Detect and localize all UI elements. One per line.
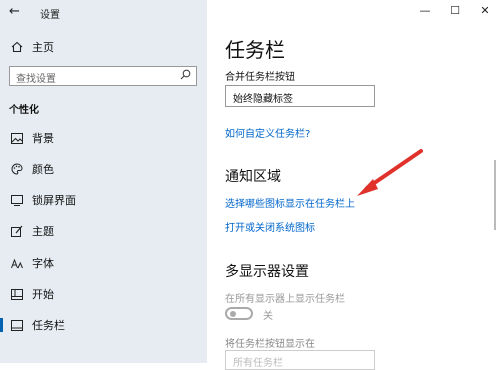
sidebar: ← 设置 主页 查找设置 个性化 背景 颜色 锁屏界面 主题 字体 开始 任务栏 <box>0 0 207 363</box>
sidebar-item-lock-screen[interactable]: 锁屏界面 <box>0 186 207 214</box>
search-placeholder: 查找设置 <box>16 74 56 85</box>
sidebar-item-taskbar[interactable]: 任务栏 <box>0 311 207 339</box>
title-bar: ← 设置 <box>0 0 207 24</box>
sidebar-item-label: 主题 <box>32 225 54 238</box>
sidebar-item-fonts[interactable]: 字体 <box>0 249 207 277</box>
annotation-arrow <box>357 149 423 196</box>
sidebar-item-start[interactable]: 开始 <box>0 280 207 308</box>
sidebar-item-label: 主页 <box>32 41 54 54</box>
home-icon <box>10 40 24 54</box>
main-content: — ☐ ✕ 任务栏 合并任务栏按钮 始终隐藏标签 如何自定义任务栏? 通知区域 … <box>207 0 500 370</box>
sidebar-item-themes[interactable]: 主题 <box>0 217 207 245</box>
sidebar-item-home[interactable]: 主页 <box>0 33 207 61</box>
start-icon <box>10 287 24 301</box>
active-indicator <box>0 318 3 332</box>
lock-screen-icon <box>10 193 24 207</box>
sidebar-item-colors[interactable]: 颜色 <box>0 155 207 183</box>
sidebar-item-label: 锁屏界面 <box>32 194 76 207</box>
window-title: 设置 <box>40 10 60 21</box>
sidebar-item-label: 背景 <box>32 132 54 145</box>
font-icon <box>10 256 24 270</box>
image-icon <box>10 131 24 145</box>
back-arrow-icon[interactable]: ← <box>9 4 20 19</box>
sidebar-item-background[interactable]: 背景 <box>0 124 207 152</box>
search-input[interactable]: 查找设置 <box>9 66 197 86</box>
brush-icon <box>10 224 24 238</box>
sidebar-item-label: 颜色 <box>32 163 54 176</box>
sidebar-item-label: 任务栏 <box>32 319 65 332</box>
taskbar-icon <box>10 318 24 332</box>
palette-icon <box>10 162 24 176</box>
section-heading: 个性化 <box>9 105 39 116</box>
search-icon[interactable] <box>180 69 191 83</box>
sidebar-item-label: 开始 <box>32 288 54 301</box>
sidebar-item-label: 字体 <box>32 257 54 270</box>
